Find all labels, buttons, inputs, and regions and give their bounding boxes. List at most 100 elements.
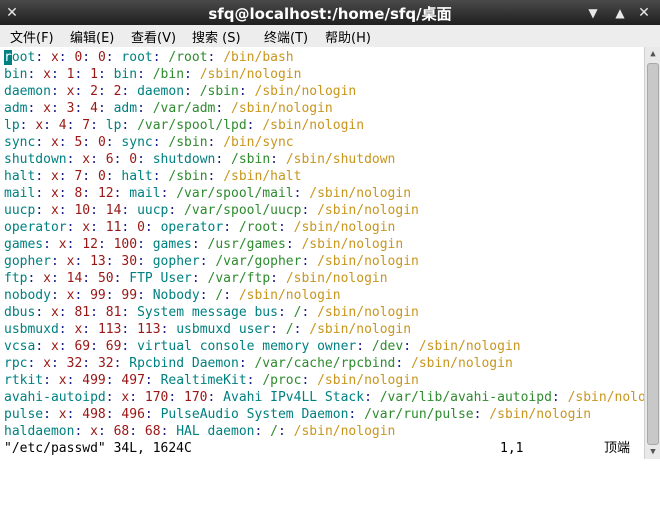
passwd-field: sync [121, 135, 153, 150]
menu-search[interactable]: 搜索 (S) [192, 27, 241, 46]
field-separator: : [74, 67, 91, 82]
field-separator: : [66, 407, 83, 422]
passwd-line: shutdown: x: 6: 0: shutdown: /sbin: /sbi… [4, 151, 395, 168]
field-separator: : [82, 186, 98, 201]
passwd-field: 0 [129, 152, 138, 167]
status-file-info: "/etc/passwd" 34L, 1624C [4, 441, 192, 456]
menu-terminal[interactable]: 终端(T) [264, 27, 308, 46]
passwd-line: uucp: x: 10: 14: uucp: /var/spool/uucp: … [4, 202, 419, 219]
passwd-field: /sbin/nologin [199, 67, 302, 82]
minimize-icon[interactable]: ▼ [585, 5, 601, 21]
passwd-field: /bin [152, 67, 185, 82]
passwd-field: /proc [262, 373, 302, 388]
field-separator: : [82, 169, 98, 184]
passwd-field: 12 [97, 186, 114, 201]
passwd-field: games [4, 237, 44, 252]
passwd-field: /sbin/nologin [317, 373, 419, 388]
passwd-field: x [43, 271, 51, 286]
field-separator: : [74, 101, 91, 116]
field-separator: : [105, 407, 122, 422]
passwd-field: /root [168, 50, 208, 65]
field-separator: : [82, 135, 98, 150]
field-separator: : [66, 118, 83, 133]
passwd-field: /sbin/nologin [317, 305, 419, 320]
field-separator: : [160, 322, 177, 337]
passwd-field: /var/ftp [207, 271, 271, 286]
passwd-field: /var/spool/uucp [184, 203, 302, 218]
passwd-field: operator [4, 220, 67, 235]
passwd-field: 68 [113, 424, 130, 439]
field-separator: : [74, 84, 91, 99]
field-separator: : [74, 288, 91, 303]
field-separator: : [137, 237, 153, 252]
passwd-field: operator [160, 220, 224, 235]
passwd-line: haldaemon: x: 68: 68: HAL daemon: /: /sb… [4, 423, 395, 440]
field-separator: : [66, 373, 83, 388]
passwd-field: /sbin/shutdown [285, 152, 396, 167]
vertical-scrollbar[interactable]: ▲ ▼ [644, 47, 660, 459]
terminal-output[interactable]: root: x: 0: 0: root: /root: /bin/bash bin… [0, 47, 660, 459]
field-separator: : [270, 322, 286, 337]
field-separator: : [105, 169, 122, 184]
passwd-field: 99 [121, 288, 138, 303]
passwd-field: x [58, 237, 67, 252]
passwd-field: Avahi IPv4LL Stack [223, 390, 365, 405]
window-close-icon[interactable]: ✕ [636, 5, 652, 21]
field-separator: : [223, 220, 239, 235]
field-separator: : [66, 220, 83, 235]
passwd-field: games [152, 237, 192, 252]
passwd-field: /var/lib/avahi-autoipd [379, 390, 552, 405]
passwd-field: 32 [66, 356, 83, 371]
menu-file[interactable]: 文件(F) [10, 27, 54, 46]
field-separator: : [74, 424, 91, 439]
field-separator: : [43, 373, 59, 388]
passwd-field: 32 [97, 356, 114, 371]
menu-help[interactable]: 帮助(H) [325, 27, 371, 46]
passwd-field: x [50, 186, 59, 201]
scrollbar-thumb[interactable] [647, 63, 659, 445]
scroll-up-icon[interactable]: ▲ [645, 47, 660, 61]
field-separator: : [50, 288, 67, 303]
field-separator: : [43, 407, 59, 422]
passwd-field: x [43, 67, 51, 82]
field-separator: : [105, 135, 122, 150]
passwd-field: x [50, 50, 59, 65]
field-separator: : [105, 288, 122, 303]
maximize-icon[interactable]: ▲ [612, 5, 628, 21]
passwd-field: /bin/bash [223, 50, 294, 65]
field-separator: : [35, 186, 51, 201]
passwd-field: mail [129, 186, 161, 201]
scroll-down-icon[interactable]: ▼ [645, 445, 660, 459]
text-cursor: r [4, 50, 12, 65]
field-separator: : [97, 424, 114, 439]
field-separator: : [97, 67, 114, 82]
field-separator: : [293, 186, 310, 201]
passwd-field: root [4, 50, 36, 65]
field-separator: : [27, 271, 44, 286]
passwd-field: 113 [97, 322, 122, 337]
passwd-field: /sbin/nologin [317, 203, 419, 218]
field-separator: : [137, 101, 153, 116]
passwd-field: halt [121, 169, 153, 184]
passwd-field: 4 [58, 118, 67, 133]
passwd-field: 113 [137, 322, 161, 337]
vim-status-line: "/etc/passwd" 34L, 1624C 1,1 顶端 [4, 440, 640, 457]
passwd-field: /root [238, 220, 278, 235]
menu-view[interactable]: 查看(V) [131, 27, 176, 46]
passwd-field: /sbin/nologin [231, 101, 333, 116]
passwd-field: 0 [137, 220, 145, 235]
passwd-field: uucp [4, 203, 36, 218]
passwd-field: virtual console memory owner [137, 339, 357, 354]
passwd-line: vcsa: x: 69: 69: virtual console memory … [4, 338, 521, 355]
window-titlebar[interactable]: ✕ sfq@localhost:/home/sfq/桌面 ▼ ▲ ✕ [0, 0, 660, 25]
menu-edit[interactable]: 编辑(E) [70, 27, 114, 46]
field-separator: : [50, 101, 67, 116]
passwd-field: RealtimeKit [160, 373, 247, 388]
passwd-field: 170 [144, 390, 169, 405]
passwd-field: 69 [105, 339, 122, 354]
menu-bar: 文件(F) 编辑(E) 查看(V) 搜索 (S) 终端(T) 帮助(H) [0, 25, 660, 48]
passwd-field: /var/spool/lpd [137, 118, 247, 133]
field-separator: : [121, 322, 138, 337]
passwd-field: x [35, 118, 44, 133]
field-separator: : [82, 322, 98, 337]
